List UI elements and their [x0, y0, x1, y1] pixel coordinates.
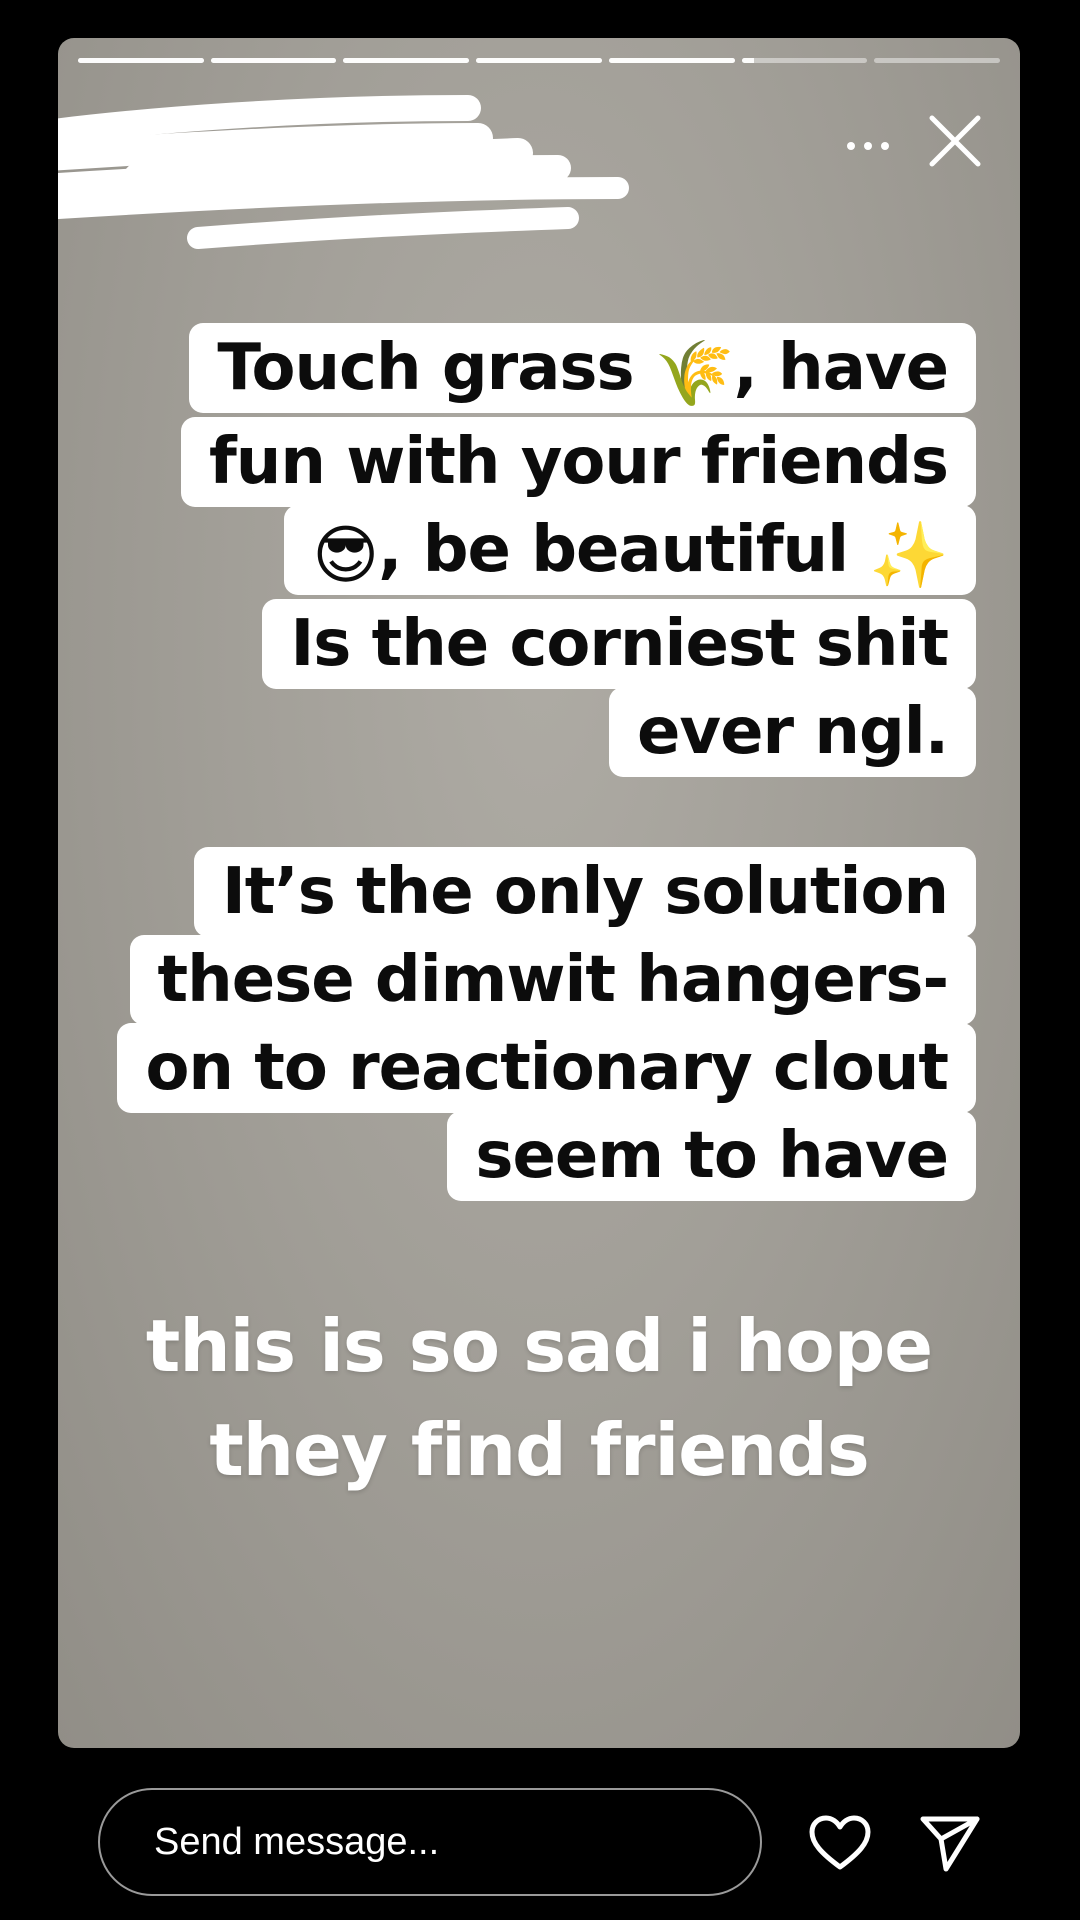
progress-segment-fill — [476, 58, 602, 63]
progress-segment — [608, 58, 735, 63]
more-horizontal-icon[interactable] — [838, 126, 898, 166]
quote-line-2: fun with your friends — [180, 417, 976, 507]
progress-segment-fill — [343, 58, 470, 63]
progress-segment — [78, 58, 204, 63]
send-icon[interactable] — [910, 1806, 990, 1880]
caption-line-1: this is so sad i hope — [145, 1304, 933, 1388]
story-caption: this is so sad i hope they find friends — [58, 1294, 1020, 1502]
sparkles-emoji-icon: ✨ — [869, 519, 949, 593]
heart-icon[interactable] — [800, 1808, 880, 1878]
progress-segment-fill — [78, 58, 204, 63]
progress-segment-fill — [608, 58, 735, 63]
close-icon[interactable] — [910, 96, 1000, 186]
text-sticker-quote: Touch grass 🌾, have fun with your friend… — [180, 323, 976, 777]
caption-line-2: they find friends — [209, 1408, 869, 1492]
progress-segment — [741, 58, 868, 63]
progress-segment-fill — [210, 58, 337, 63]
response-line-1: It’s the only solution — [117, 847, 976, 937]
progress-segment — [343, 58, 470, 63]
send-message-input[interactable] — [98, 1788, 762, 1896]
reply-bar — [0, 1770, 1080, 1910]
quote-line-1: Touch grass 🌾, have — [181, 323, 976, 418]
progress-segment — [476, 58, 602, 63]
sheaf-of-rice-emoji-icon: 🌾 — [654, 337, 735, 411]
quote-line-4: Is the corniest shit — [181, 599, 976, 689]
redacted-username-scribble — [58, 95, 629, 249]
story-progress-bar — [78, 58, 1001, 63]
progress-segment — [210, 58, 337, 63]
progress-segment — [874, 58, 1001, 63]
response-line-4: seem to have — [117, 1111, 976, 1201]
text-sticker-response: It’s the only solution these dimwit hang… — [117, 847, 976, 1201]
quote-line-5: ever ngl. — [181, 687, 976, 777]
quote-line-3: 😎, be beautiful ✨ — [181, 505, 976, 600]
story-screen: Touch grass 🌾, have fun with your friend… — [0, 0, 1080, 1920]
sunglasses-emoji-icon: 😎 — [312, 519, 379, 593]
story-card[interactable]: Touch grass 🌾, have fun with your friend… — [58, 38, 1020, 1748]
progress-segment-fill — [741, 58, 755, 63]
response-line-3: on to reactionary clout — [117, 1023, 976, 1113]
response-line-2: these dimwit hangers- — [117, 935, 976, 1025]
